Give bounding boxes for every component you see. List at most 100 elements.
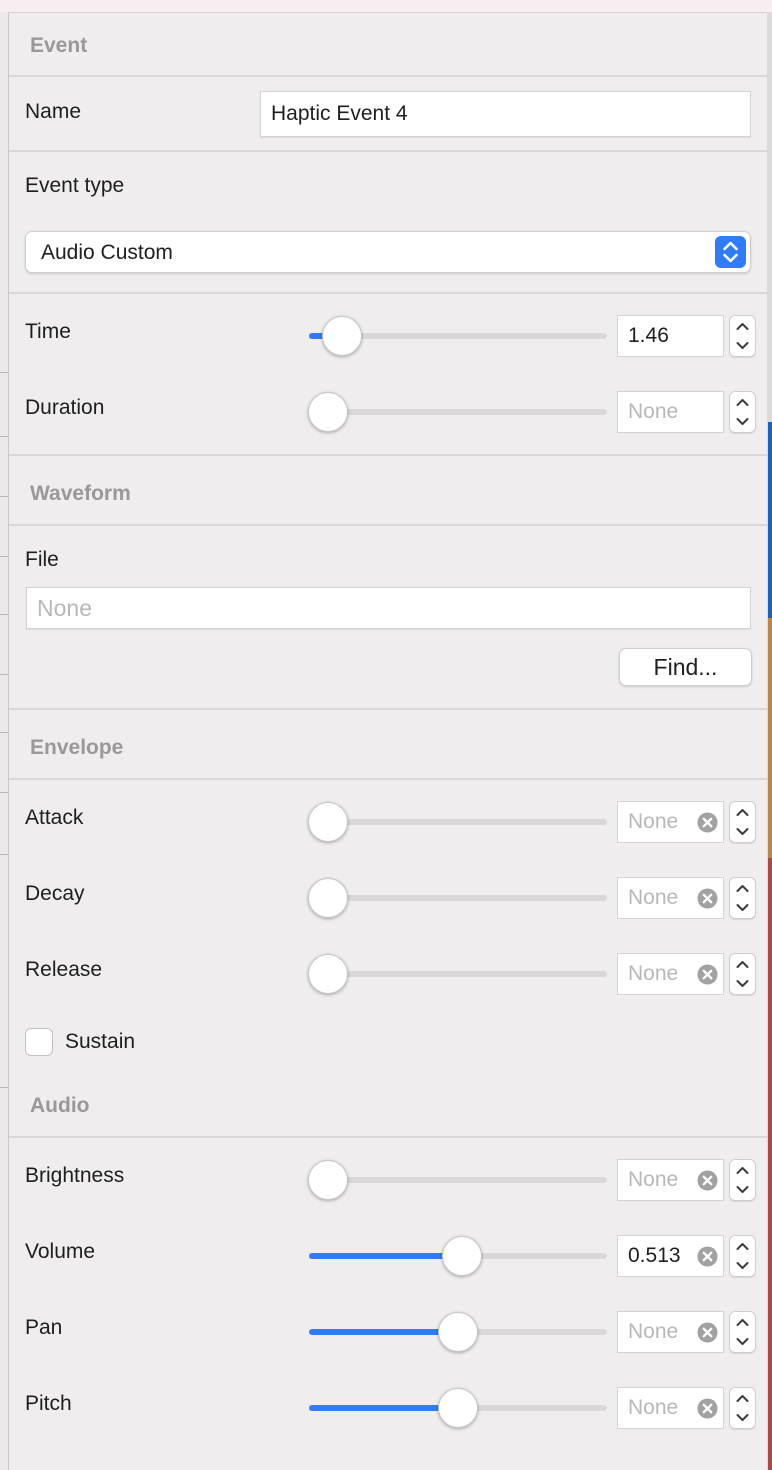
pitch-slider-fill	[309, 1405, 458, 1411]
time-slider-knob[interactable]	[321, 316, 362, 356]
release-field[interactable]: None	[617, 953, 724, 995]
decay-placeholder: None	[628, 886, 679, 909]
divider	[9, 454, 767, 456]
section-title-audio: Audio	[30, 1094, 90, 1117]
attack-slider-knob[interactable]	[308, 802, 348, 842]
stepper-down-icon[interactable]	[730, 1256, 755, 1276]
brightness-slider-knob[interactable]	[308, 1160, 348, 1200]
release-slider-track[interactable]	[309, 971, 607, 977]
divider	[9, 778, 767, 780]
decay-slider-knob[interactable]	[308, 878, 348, 918]
divider	[9, 708, 767, 710]
window-top-strip	[0, 0, 772, 13]
event-type-value: Audio Custom	[41, 241, 173, 264]
release-label: Release	[25, 958, 103, 981]
attack-stepper[interactable]	[729, 801, 756, 843]
brightness-field[interactable]: None	[617, 1159, 724, 1201]
stepper-up-icon[interactable]	[730, 878, 755, 898]
volume-stepper[interactable]	[729, 1235, 756, 1277]
stepper-up-icon[interactable]	[730, 392, 755, 412]
sustain-checkbox[interactable]	[25, 1028, 53, 1056]
file-label: File	[25, 548, 59, 571]
pitch-placeholder: None	[628, 1396, 679, 1419]
pan-label: Pan	[25, 1316, 63, 1339]
stepper-down-icon[interactable]	[730, 898, 755, 918]
clear-icon[interactable]	[697, 812, 718, 833]
decay-slider-track[interactable]	[309, 895, 607, 901]
decay-field[interactable]: None	[617, 877, 724, 919]
pan-slider-fill	[309, 1329, 458, 1335]
duration-field[interactable]: None	[617, 391, 724, 433]
clear-icon[interactable]	[697, 1170, 718, 1191]
clear-icon[interactable]	[697, 1398, 718, 1419]
volume-slider-knob[interactable]	[441, 1236, 482, 1276]
divider	[9, 75, 767, 77]
volume-label: Volume	[25, 1240, 96, 1263]
duration-slider-track[interactable]	[309, 409, 607, 415]
time-value: 1.46	[628, 324, 669, 347]
event-type-label: Event type	[25, 174, 125, 197]
name-field[interactable]: Haptic Event 4	[260, 91, 751, 137]
time-stepper[interactable]	[729, 315, 756, 357]
find-button[interactable]: Find...	[619, 648, 752, 686]
stepper-down-icon[interactable]	[730, 1408, 755, 1428]
clear-icon[interactable]	[697, 1246, 718, 1267]
duration-placeholder: None	[628, 400, 679, 423]
volume-value: 0.513	[628, 1244, 681, 1267]
brightness-label: Brightness	[25, 1164, 125, 1187]
brightness-stepper[interactable]	[729, 1159, 756, 1201]
duration-stepper[interactable]	[729, 391, 756, 433]
stepper-up-icon[interactable]	[730, 1160, 755, 1180]
divider	[9, 292, 767, 294]
pan-stepper[interactable]	[729, 1311, 756, 1353]
stepper-up-icon[interactable]	[730, 1312, 755, 1332]
stepper-up-icon[interactable]	[730, 954, 755, 974]
volume-slider-fill	[309, 1253, 462, 1259]
time-field[interactable]: 1.46	[617, 315, 724, 357]
stepper-down-icon[interactable]	[730, 822, 755, 842]
release-slider-knob[interactable]	[308, 954, 348, 994]
release-placeholder: None	[628, 962, 679, 985]
volume-field[interactable]: 0.513	[617, 1235, 724, 1277]
file-field[interactable]: None	[26, 587, 751, 629]
name-label: Name	[25, 100, 82, 123]
section-title-waveform: Waveform	[30, 482, 131, 505]
duration-slider-knob[interactable]	[308, 392, 348, 432]
pitch-stepper[interactable]	[729, 1387, 756, 1429]
stepper-up-icon[interactable]	[730, 802, 755, 822]
pitch-field[interactable]: None	[617, 1387, 724, 1429]
divider	[9, 1136, 767, 1138]
brightness-slider-track[interactable]	[309, 1177, 607, 1183]
pitch-label: Pitch	[25, 1392, 72, 1415]
stepper-up-icon[interactable]	[730, 1236, 755, 1256]
release-stepper[interactable]	[729, 953, 756, 995]
right-panel-edge	[767, 12, 772, 1470]
decay-label: Decay	[25, 882, 85, 905]
pan-placeholder: None	[628, 1320, 679, 1343]
stepper-down-icon[interactable]	[730, 336, 755, 356]
duration-label: Duration	[25, 396, 105, 419]
attack-slider-track[interactable]	[309, 819, 607, 825]
clear-icon[interactable]	[697, 1322, 718, 1343]
stepper-down-icon[interactable]	[730, 1332, 755, 1352]
pitch-slider-knob[interactable]	[438, 1388, 478, 1428]
stepper-up-icon[interactable]	[730, 316, 755, 336]
pan-field[interactable]: None	[617, 1311, 724, 1353]
stepper-down-icon[interactable]	[730, 1180, 755, 1200]
left-panel-edge	[0, 12, 9, 1470]
attack-field[interactable]: None	[617, 801, 724, 843]
attack-label: Attack	[25, 806, 84, 829]
section-title-envelope: Envelope	[30, 736, 124, 759]
stepper-down-icon[interactable]	[730, 974, 755, 994]
pan-slider-knob[interactable]	[438, 1312, 478, 1352]
stepper-down-icon[interactable]	[730, 412, 755, 432]
event-type-popup[interactable]: Audio Custom	[25, 231, 751, 273]
decay-stepper[interactable]	[729, 877, 756, 919]
clear-icon[interactable]	[697, 964, 718, 985]
file-placeholder: None	[37, 594, 92, 621]
clear-icon[interactable]	[697, 888, 718, 909]
stepper-up-icon[interactable]	[730, 1388, 755, 1408]
divider	[9, 524, 767, 526]
time-label: Time	[25, 320, 71, 343]
attack-placeholder: None	[628, 810, 679, 833]
